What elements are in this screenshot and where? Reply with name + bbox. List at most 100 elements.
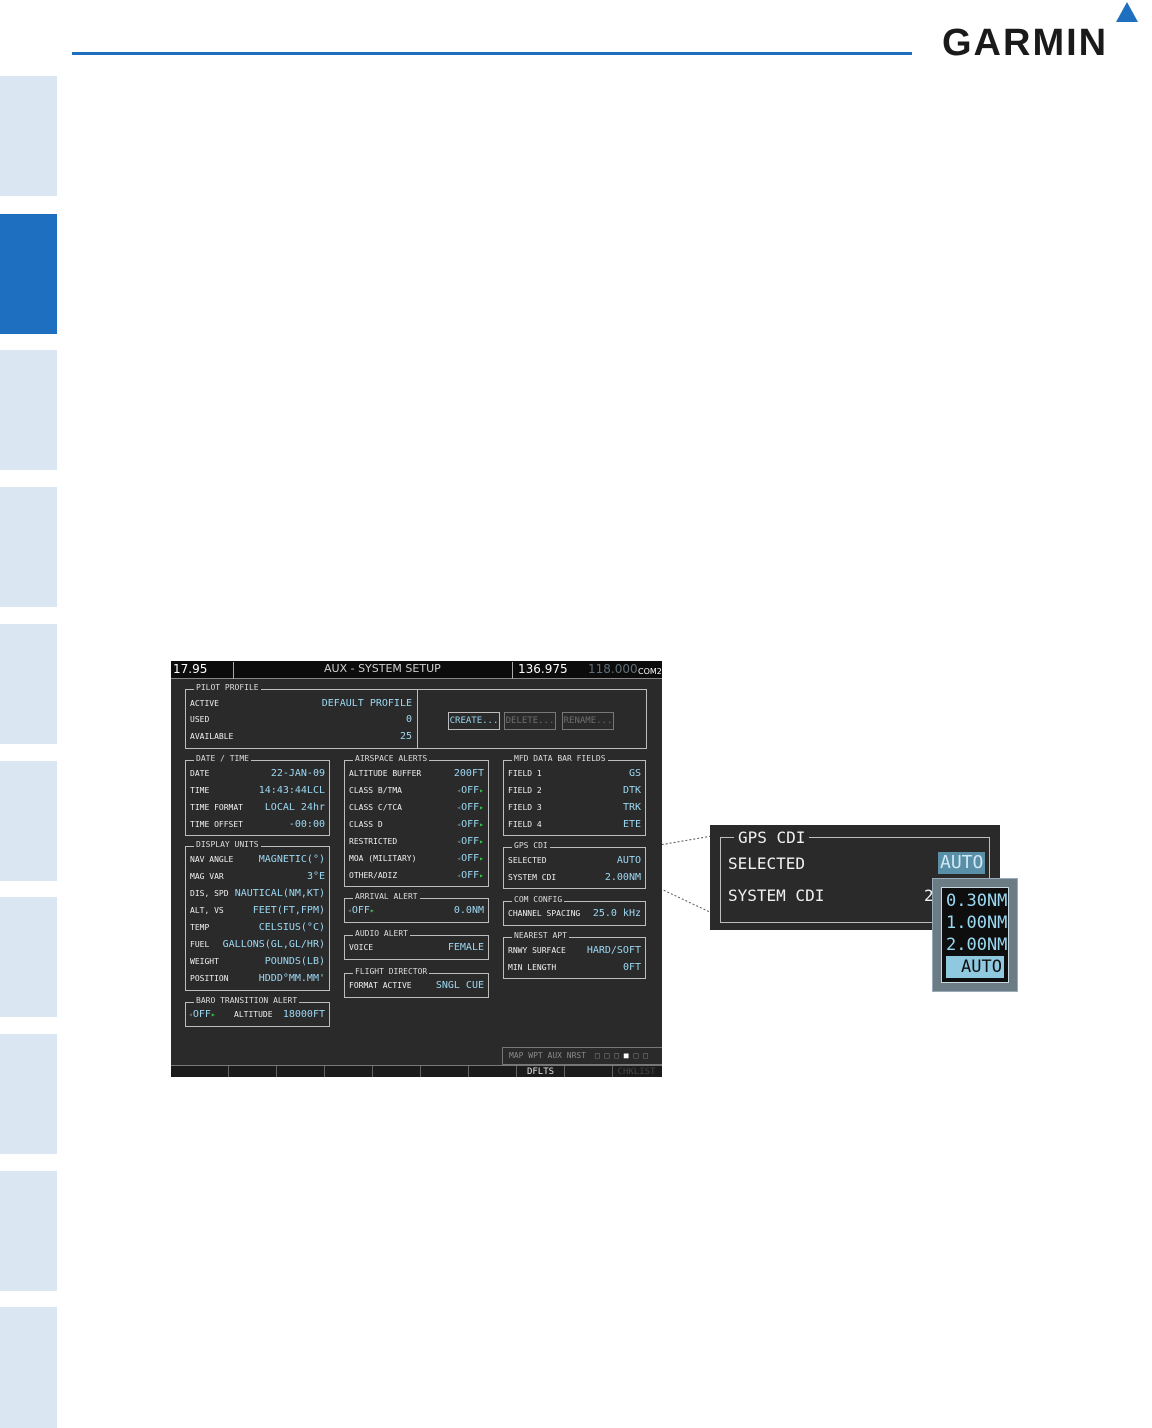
zoom-system-cdi-label: SYSTEM CDI [728,886,825,905]
chapter-tab-7[interactable] [0,897,57,1017]
channel-spacing-row[interactable]: CHANNEL SPACING 25.0 kHz [508,907,641,921]
top-status-bar: 17.95 AUX - SYSTEM SETUP 136.975 118.000… [171,661,662,679]
gps-cdi-box: GPS CDI SELECTED AUTO SYSTEM CDI 2.00NM [503,841,646,889]
cdi-selected-label: SELECTED [508,856,547,865]
temp-value: CELSIUS(°C) [258,922,325,933]
delete-profile-button[interactable]: DELETE... [504,712,556,730]
cdi-selected-row[interactable]: SELECTED AUTO [508,854,641,868]
chapter-tab-4[interactable] [0,487,57,607]
restricted-row[interactable]: RESTRICTED ◂OFF▸ [349,835,484,849]
chapter-tab-8[interactable] [0,1034,57,1154]
field-4-row[interactable]: FIELD 4 ETE [508,818,641,832]
chapter-tab-10[interactable] [0,1307,57,1428]
voice-row[interactable]: VOICE FEMALE [349,941,484,955]
page-dots-icon: □ □ □ ■ □ □ [594,1051,648,1060]
arrival-distance-value: 0.0NM [453,905,484,916]
altitude-buffer-row[interactable]: ALTITUDE BUFFER 200FT [349,767,484,781]
system-cdi-value: 2.00NM [604,872,641,883]
baro-transition-row[interactable]: ◂OFF▸ ALTITUDE 18000FT [188,1008,325,1022]
moa-row[interactable]: MOA (MILITARY) ◂OFF▸ [349,852,484,866]
chapter-tab-2[interactable] [0,214,57,334]
profile-used-row: USED 0 [190,713,412,727]
other-adiz-row[interactable]: OTHER/ADIZ ◂OFF▸ [349,869,484,883]
weight-row[interactable]: WEIGHT POUNDS(LB) [190,955,325,969]
time-row[interactable]: TIME 14:43:44LCL [190,784,325,798]
moa-label: MOA (MILITARY) [349,854,417,863]
chapter-tab-3[interactable] [0,350,57,470]
cdi-option-030[interactable]: 0.30NM [946,890,1007,912]
baro-altitude-value: 18000FT [282,1009,325,1020]
alt-vs-row[interactable]: ALT, VS FEET(FT,FPM) [190,904,325,918]
nav-angle-row[interactable]: NAV ANGLE MAGNETIC(°) [190,853,325,867]
cdi-option-100[interactable]: 1.00NM [946,912,1007,934]
chapter-tab-9[interactable] [0,1171,57,1291]
date-row[interactable]: DATE 22-JAN-09 [190,767,325,781]
date-value: 22-JAN-09 [270,768,325,779]
com-config-box: COM CONFIG CHANNEL SPACING 25.0 kHz [503,895,646,926]
softkey-3[interactable] [277,1066,325,1077]
display-units-box: DISPLAY UNITS NAV ANGLE MAGNETIC(°) MAG V… [185,840,330,991]
class-b-row[interactable]: CLASS B/TMA ◂OFF▸ [349,784,484,798]
chapter-tab-1[interactable] [0,76,57,196]
softkey-4[interactable] [325,1066,373,1077]
page-title: AUX - SYSTEM SETUP [324,662,441,675]
zoom-gps-cdi-title: GPS CDI [734,829,810,847]
softkey-1[interactable] [181,1066,229,1077]
format-active-row[interactable]: FORMAT ACTIVE SNGL CUE [349,979,484,993]
pilot-profile-rows: ACTIVE DEFAULT PROFILE USED 0 AVAILABLE 25 [186,690,416,748]
garmin-logo: GARMIN [942,22,1109,64]
time-format-row[interactable]: TIME FORMAT LOCAL 24hr [190,801,325,815]
profile-available-label: AVAILABLE [190,732,234,741]
cdi-option-200[interactable]: 2.00NM [946,934,1007,956]
fuel-row[interactable]: FUEL GALLONS(GL,GL/HR) [190,938,325,952]
profile-used-label: USED [190,715,210,724]
create-profile-button[interactable]: CREATE... [448,712,500,730]
arrival-alert-row[interactable]: ◂OFF▸ 0.0NM [347,904,484,918]
class-d-value: OFF [461,819,480,830]
restricted-label: RESTRICTED [349,837,398,846]
audio-alert-title: AUDIO ALERT [353,929,410,939]
chapter-tab-6[interactable] [0,761,57,881]
temp-row[interactable]: TEMP CELSIUS(°C) [190,921,325,935]
class-c-value: OFF [461,802,480,813]
runway-surface-value: HARD/SOFT [586,945,641,956]
class-b-value: OFF [461,785,480,796]
mfd-screen: 17.95 AUX - SYSTEM SETUP 136.975 118.000… [171,661,662,1077]
format-active-value: SNGL CUE [435,980,484,991]
field-1-row[interactable]: FIELD 1 GS [508,767,641,781]
softkey-2[interactable] [229,1066,277,1077]
channel-spacing-label: CHANNEL SPACING [508,909,581,918]
softkey-5[interactable] [373,1066,421,1077]
zoom-selected-value[interactable]: AUTO [938,852,986,874]
cdi-option-auto[interactable]: AUTO [946,956,1004,978]
fuel-value: GALLONS(GL,GL/HR) [222,939,325,950]
softkey-dflts[interactable]: DFLTS [517,1066,565,1077]
arrival-state-toggle[interactable]: ◂OFF▸ [347,904,375,918]
chapter-tab-5[interactable] [0,624,57,744]
field-1-label: FIELD 1 [508,769,542,778]
profile-active-value: DEFAULT PROFILE [321,698,412,709]
dis-spd-row[interactable]: DIS, SPD NAUTICAL(NM,KT) [190,887,325,901]
baro-state-toggle[interactable]: ◂OFF▸ [188,1008,216,1022]
softkey-bar: DFLTS CHKLIST [171,1065,662,1077]
cdi-options-dropdown: 0.30NM 1.00NM 2.00NM AUTO [932,878,1018,992]
runway-surface-row[interactable]: RNWY SURFACE HARD/SOFT [508,944,641,958]
position-row[interactable]: POSITION HDDD°MM.MM' [190,972,325,986]
field-2-row[interactable]: FIELD 2 DTK [508,784,641,798]
airspace-alerts-title: AIRSPACE ALERTS [353,754,430,764]
format-active-label: FORMAT ACTIVE [349,981,412,990]
field-3-row[interactable]: FIELD 3 TRK [508,801,641,815]
softkey-7[interactable] [469,1066,517,1077]
profile-active-row[interactable]: ACTIVE DEFAULT PROFILE [190,697,412,711]
class-d-row[interactable]: CLASS D ◂OFF▸ [349,818,484,832]
softkey-checklist[interactable]: CHKLIST [613,1066,660,1077]
softkey-6[interactable] [421,1066,469,1077]
time-offset-row[interactable]: TIME OFFSET -00:00 [190,818,325,832]
flight-director-box: FLIGHT DIRECTOR FORMAT ACTIVE SNGL CUE [344,967,489,998]
softkey-9[interactable] [565,1066,613,1077]
rename-profile-button[interactable]: RENAME... [562,712,614,730]
min-length-row[interactable]: MIN LENGTH 0FT [508,961,641,975]
class-c-row[interactable]: CLASS C/TCA ◂OFF▸ [349,801,484,815]
class-b-label: CLASS B/TMA [349,786,402,795]
nearest-apt-box: NEAREST APT RNWY SURFACE HARD/SOFT MIN LE… [503,931,646,979]
